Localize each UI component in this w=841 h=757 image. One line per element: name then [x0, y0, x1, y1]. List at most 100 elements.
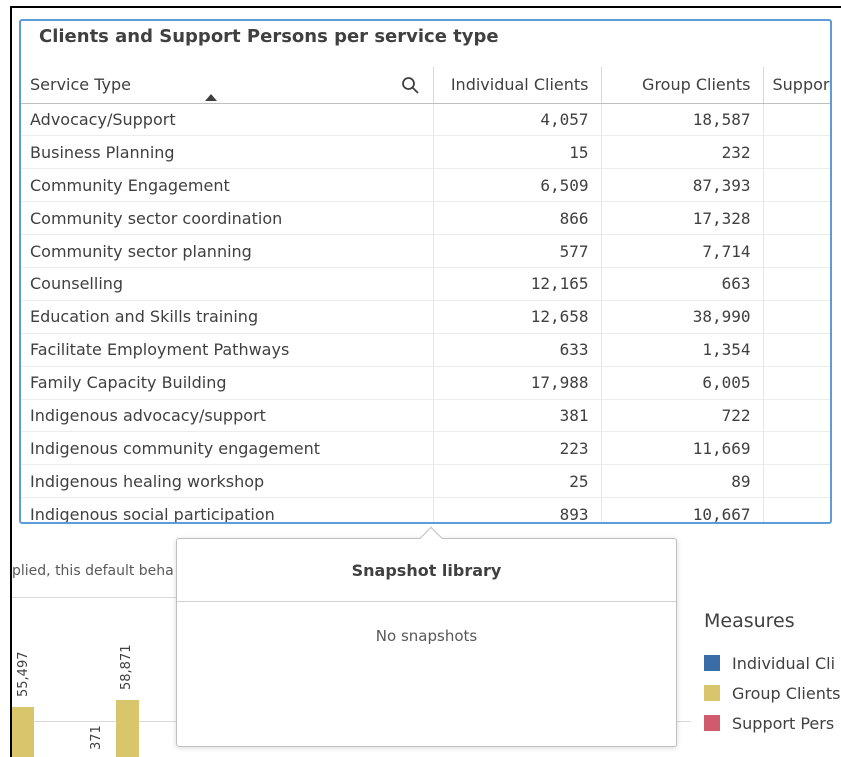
cell-group-clients[interactable]: 38,990 — [601, 300, 764, 334]
legend-swatch — [704, 685, 720, 701]
legend-label: Support Pers — [732, 713, 835, 733]
cell-group-clients[interactable]: 17,328 — [601, 201, 764, 236]
cell-support-persons[interactable] — [763, 431, 830, 466]
cell-group-clients[interactable]: 232 — [601, 135, 764, 170]
legend-item-individual-clients[interactable]: Individual Cli — [704, 648, 841, 678]
table-body: Advocacy/Support 4,057 18,587 Business Plan… — [21, 103, 830, 522]
cell-support-persons[interactable] — [763, 168, 830, 203]
column-header-label: Service Type — [30, 75, 131, 95]
cell-service-type[interactable]: Business Planning — [21, 135, 434, 170]
cell-service-type[interactable]: Community Engagement — [21, 168, 434, 203]
cell-group-clients[interactable]: 18,587 — [601, 103, 764, 137]
cell-service-type[interactable]: Community sector coordination — [21, 201, 434, 236]
search-icon[interactable] — [401, 76, 419, 94]
legend-item-group-clients[interactable]: Group Clients — [704, 678, 841, 708]
cell-group-clients[interactable]: 10,667 — [601, 497, 764, 522]
cell-individual-clients[interactable]: 12,658 — [433, 300, 602, 334]
cell-support-persons[interactable] — [763, 201, 830, 236]
column-header-support-persons[interactable]: Suppor — [763, 67, 830, 104]
column-header-label: Suppor — [772, 75, 830, 95]
cell-support-persons[interactable] — [763, 333, 830, 367]
empty-state-message: No snapshots — [375, 627, 478, 645]
cell-support-persons[interactable] — [763, 300, 830, 334]
cell-support-persons[interactable] — [763, 103, 830, 137]
cell-individual-clients[interactable]: 4,057 — [433, 103, 602, 137]
cell-group-clients[interactable]: 1,354 — [601, 333, 764, 367]
chart-gridline — [12, 721, 178, 722]
info-hint-text: plied, this default beha — [12, 563, 174, 579]
chart-bar-label: 371 — [89, 725, 104, 750]
cell-service-type[interactable]: Family Capacity Building — [21, 366, 434, 400]
cell-individual-clients[interactable]: 17,988 — [433, 366, 602, 400]
chart-bar-label: 58,871 — [119, 644, 134, 691]
cell-support-persons[interactable] — [763, 366, 830, 400]
cell-individual-clients[interactable]: 893 — [433, 497, 602, 522]
sort-ascending-icon — [205, 94, 217, 101]
cell-individual-clients[interactable]: 15 — [433, 135, 602, 170]
cell-service-type[interactable]: Indigenous social participation — [21, 497, 434, 522]
table-row[interactable]: Indigenous social participation 893 10,667 — [21, 497, 830, 522]
cell-service-type[interactable]: Community sector planning — [21, 234, 434, 268]
table-row[interactable]: Family Capacity Building 17,988 6,005 — [21, 366, 830, 400]
column-header-label: Individual Clients — [450, 75, 589, 95]
table-header-row: Service Type Individual Clients Group Cl… — [21, 67, 830, 104]
cell-group-clients[interactable]: 663 — [601, 267, 764, 301]
table-row[interactable]: Business Planning 15 232 — [21, 135, 830, 170]
table-panel[interactable]: Clients and Support Persons per service … — [19, 19, 832, 524]
chart-bar[interactable] — [12, 707, 34, 757]
cell-support-persons[interactable] — [763, 399, 830, 433]
cell-group-clients[interactable]: 7,714 — [601, 234, 764, 268]
chart-legend: Measures Individual Cli Group Clients Su… — [704, 610, 841, 738]
cell-service-type[interactable]: Facilitate Employment Pathways — [21, 333, 434, 367]
table-row[interactable]: Education and Skills training 12,658 38,99… — [21, 300, 830, 334]
panel-title: Clients and Support Persons per service … — [39, 26, 499, 47]
table-row[interactable]: Community Engagement 6,509 87,393 — [21, 168, 830, 203]
cell-group-clients[interactable]: 87,393 — [601, 168, 764, 203]
cell-support-persons[interactable] — [763, 234, 830, 268]
cell-individual-clients[interactable]: 223 — [433, 431, 602, 466]
table-row[interactable]: Community sector planning 577 7,714 — [21, 234, 830, 268]
table-row[interactable]: Facilitate Employment Pathways 633 1,354 — [21, 333, 830, 367]
legend-label: Individual Cli — [732, 653, 836, 673]
cell-service-type[interactable]: Indigenous community engagement — [21, 431, 434, 466]
cell-individual-clients[interactable]: 577 — [433, 234, 602, 268]
legend-swatch — [704, 655, 720, 671]
table-scroll-area[interactable]: Service Type Individual Clients Group Cl… — [21, 67, 830, 522]
cell-service-type[interactable]: Advocacy/Support — [21, 103, 434, 137]
cell-service-type[interactable]: Education and Skills training — [21, 300, 434, 334]
cell-individual-clients[interactable]: 25 — [433, 464, 602, 499]
chart-divider — [12, 597, 182, 598]
cell-service-type[interactable]: Indigenous advocacy/support — [21, 399, 434, 433]
table-row[interactable]: Indigenous advocacy/support 381 722 — [21, 399, 830, 433]
table-row[interactable]: Indigenous healing workshop 25 89 — [21, 464, 830, 499]
cell-individual-clients[interactable]: 633 — [433, 333, 602, 367]
cell-individual-clients[interactable]: 12,165 — [433, 267, 602, 301]
cell-group-clients[interactable]: 6,005 — [601, 366, 764, 400]
cell-individual-clients[interactable]: 866 — [433, 201, 602, 236]
table-row[interactable]: Advocacy/Support 4,057 18,587 — [21, 103, 830, 137]
cell-group-clients[interactable]: 722 — [601, 399, 764, 433]
cell-support-persons[interactable] — [763, 135, 830, 170]
cell-support-persons[interactable] — [763, 464, 830, 499]
column-header-label: Group Clients — [642, 75, 751, 95]
cell-group-clients[interactable]: 11,669 — [601, 431, 764, 466]
cell-individual-clients[interactable]: 6,509 — [433, 168, 602, 203]
cell-group-clients[interactable]: 89 — [601, 464, 764, 499]
cell-service-type[interactable]: Counselling — [21, 267, 434, 301]
table-row[interactable]: Community sector coordination 866 17,328 — [21, 201, 830, 236]
cell-individual-clients[interactable]: 381 — [433, 399, 602, 433]
cell-service-type[interactable]: Indigenous healing workshop — [21, 464, 434, 499]
cell-support-persons[interactable] — [763, 267, 830, 301]
chart-gridline — [677, 721, 691, 722]
table-row[interactable]: Indigenous community engagement 223 11,669 — [21, 431, 830, 466]
table-row[interactable]: Counselling 12,165 663 — [21, 267, 830, 301]
cell-support-persons[interactable] — [763, 497, 830, 522]
legend-label: Group Clients — [732, 683, 841, 703]
column-header-individual-clients[interactable]: Individual Clients — [433, 67, 602, 104]
column-header-group-clients[interactable]: Group Clients — [601, 67, 764, 104]
snapshot-library-popover: Snapshot library No snapshots — [176, 526, 677, 747]
legend-item-support-persons[interactable]: Support Pers — [704, 708, 841, 738]
legend-swatch — [704, 715, 720, 731]
chart-bar[interactable] — [116, 700, 139, 757]
column-header-service-type[interactable]: Service Type — [21, 67, 434, 104]
